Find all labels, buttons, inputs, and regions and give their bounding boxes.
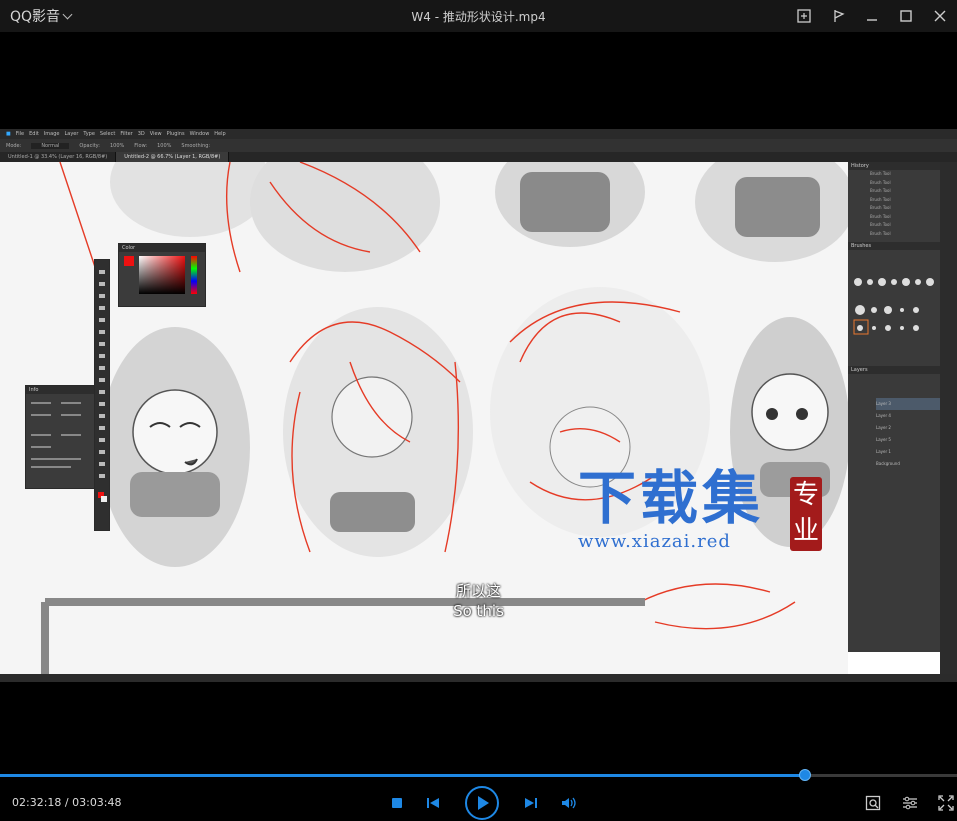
tools-icons bbox=[98, 270, 107, 502]
history-item: Brush Tool bbox=[870, 196, 891, 202]
time-display: 02:32:18 / 03:03:48 bbox=[12, 796, 122, 809]
history-item: Brush Tool bbox=[870, 222, 891, 227]
progress-handle[interactable] bbox=[798, 769, 811, 781]
ps-right-dock: History Brush Tool Brush Tool Brush Tool… bbox=[848, 162, 940, 652]
ps-status-bar bbox=[0, 674, 957, 682]
close-icon[interactable] bbox=[923, 0, 957, 32]
ps-menu-item: Type bbox=[83, 131, 95, 137]
ps-menu-item: File bbox=[15, 131, 25, 137]
volume-button[interactable] bbox=[558, 788, 580, 818]
next-icon bbox=[525, 798, 537, 808]
fullscreen-icon bbox=[938, 795, 954, 811]
ps-option: Opacity: bbox=[79, 142, 100, 149]
layer-item: Layer 4 bbox=[876, 413, 891, 418]
ps-doc-tab-active: Untitled-2 @ 66.7% (Layer 1, RGB/8#) bbox=[116, 152, 230, 162]
info-readout-graphic bbox=[31, 402, 81, 468]
screenshot-icon[interactable] bbox=[787, 0, 821, 32]
watermark: 下载集 www.xiazai.red 专业 bbox=[578, 464, 822, 552]
capture-button[interactable] bbox=[862, 788, 884, 818]
subtitle-zh: 所以这 bbox=[455, 582, 501, 600]
history-item: Brush Tool bbox=[870, 171, 891, 176]
minimize-icon[interactable] bbox=[855, 0, 889, 32]
play-icon bbox=[465, 786, 499, 820]
previous-button[interactable] bbox=[422, 788, 444, 818]
previous-icon bbox=[427, 798, 439, 808]
total-time: 03:03:48 bbox=[72, 796, 122, 809]
current-time: 02:32:18 bbox=[12, 796, 62, 809]
subtitle-en: So this bbox=[453, 602, 504, 620]
history-item: Brush Tool bbox=[870, 188, 891, 193]
time-separator: / bbox=[61, 796, 73, 809]
ps-option: Smoothing: bbox=[181, 142, 211, 149]
pin-icon[interactable] bbox=[821, 0, 855, 32]
ps-menu-item: 3D bbox=[137, 131, 145, 137]
history-list: Brush Tool Brush Tool Brush Tool Brush T… bbox=[848, 170, 940, 238]
ps-option: 100% bbox=[109, 142, 125, 149]
watermark-text: 下载集 bbox=[578, 464, 765, 532]
history-panel-title: History bbox=[848, 162, 940, 170]
stop-icon bbox=[392, 798, 402, 808]
ps-menu-item: View bbox=[149, 131, 162, 137]
subtitle: 所以这 So this bbox=[0, 581, 957, 621]
panel-title: Color bbox=[119, 244, 205, 252]
history-item: Brush Tool bbox=[870, 205, 891, 210]
layers-panel-title: Layers bbox=[848, 366, 940, 374]
watermark-seal: 专业 bbox=[790, 477, 822, 551]
ps-options-bar: Mode: Normal Opacity: 100% Flow: 100% Sm… bbox=[0, 139, 957, 152]
settings-button[interactable] bbox=[899, 788, 921, 818]
next-button[interactable] bbox=[520, 788, 542, 818]
maximize-icon[interactable] bbox=[889, 0, 923, 32]
settings-icon bbox=[903, 796, 917, 810]
watermark-url: www.xiazai.red bbox=[578, 531, 731, 552]
ps-info-panel: Info bbox=[25, 385, 95, 489]
stop-button[interactable] bbox=[386, 788, 408, 818]
ps-menu-item: Window bbox=[189, 131, 210, 137]
volume-icon bbox=[562, 797, 576, 809]
ps-menu-item: Select bbox=[99, 131, 116, 137]
layer-item: Background bbox=[876, 461, 900, 466]
history-item: Brush Tool bbox=[870, 213, 891, 219]
capture-icon bbox=[865, 795, 881, 811]
color-picker-graphic bbox=[124, 256, 197, 294]
ps-menu-item: Edit bbox=[29, 131, 39, 137]
brushes-panel-title: Brushes bbox=[848, 242, 940, 250]
layer-item: Layer 3 bbox=[876, 398, 940, 410]
ps-logo-icon: ■ bbox=[6, 131, 11, 137]
panel-title: Info bbox=[26, 386, 94, 394]
ps-doc-tab: Untitled-1 @ 33.4% (Layer 16, RGB/8#) bbox=[0, 152, 117, 162]
ps-doc-tabs: Untitled-1 @ 33.4% (Layer 16, RGB/8#) Un… bbox=[0, 152, 957, 162]
fullscreen-button[interactable] bbox=[935, 788, 957, 818]
ps-option: Flow: bbox=[134, 142, 148, 149]
ps-option: 100% bbox=[157, 142, 172, 149]
ps-color-panel: Color bbox=[118, 243, 206, 307]
play-button[interactable] bbox=[462, 786, 502, 820]
ps-option: Mode: bbox=[6, 142, 22, 149]
progress-fill bbox=[0, 774, 805, 777]
brush-presets-graphic bbox=[853, 278, 934, 335]
history-item: Brush Tool bbox=[870, 230, 891, 236]
ps-tools-panel bbox=[94, 259, 110, 531]
progress-bar[interactable] bbox=[0, 769, 957, 781]
ps-menu-item: Plugins bbox=[166, 131, 185, 137]
history-item: Brush Tool bbox=[870, 179, 891, 185]
ps-menu-item: Layer bbox=[64, 131, 79, 137]
layer-item: Layer 1 bbox=[876, 449, 891, 454]
ps-menu-item: Filter bbox=[120, 131, 133, 137]
title-bar: QQ影音 W4 - 推动形状设计.mp4 bbox=[0, 0, 957, 32]
ps-menu-item: Image bbox=[43, 131, 60, 137]
layer-item: Layer 5 bbox=[876, 437, 891, 442]
ps-menu-bar: ■ File Edit Image Layer Type Select Filt… bbox=[0, 129, 957, 139]
layer-item: Layer 2 bbox=[876, 425, 891, 430]
layers-list: Layer 3 Layer 4 Layer 2 Layer 5 Layer 1 … bbox=[848, 398, 940, 470]
ps-option: Normal bbox=[31, 142, 70, 149]
ps-menu-item: Help bbox=[214, 131, 226, 137]
